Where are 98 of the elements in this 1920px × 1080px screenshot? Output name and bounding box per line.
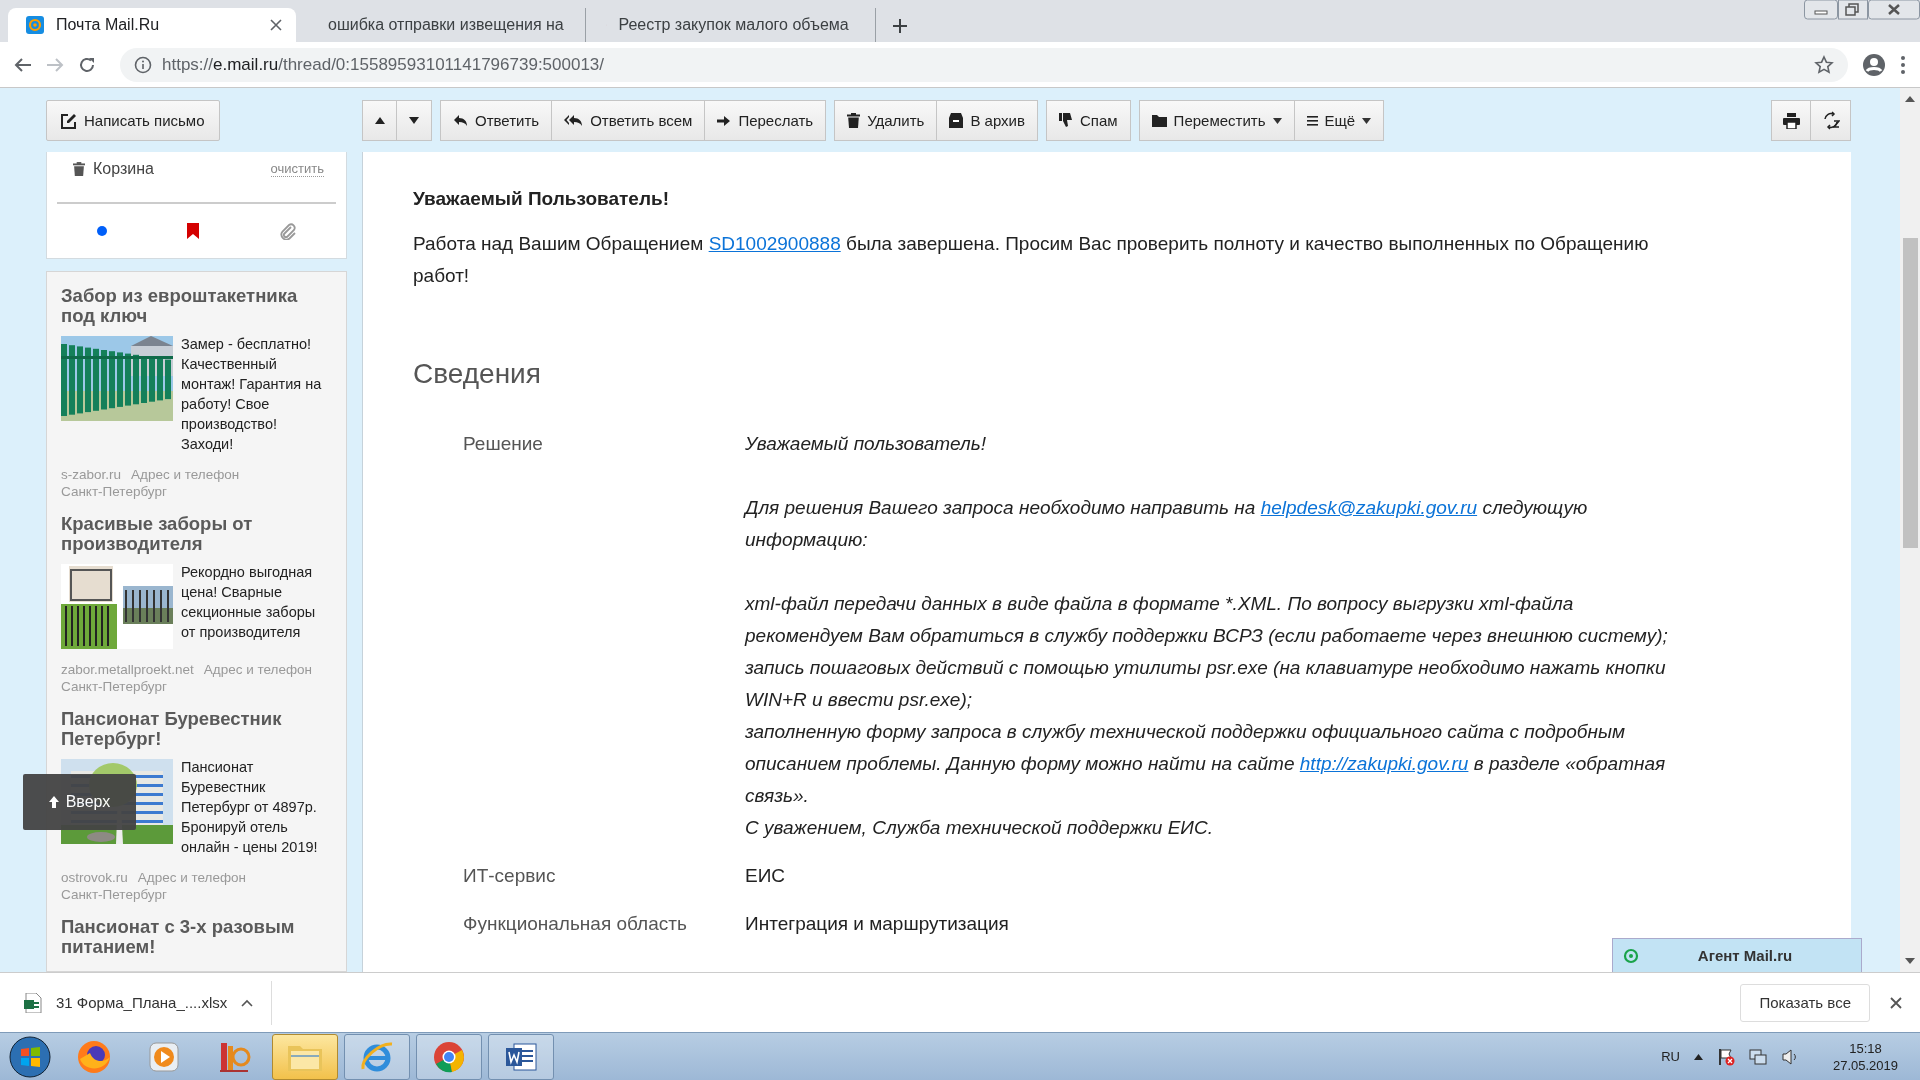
back-icon[interactable] [14, 55, 32, 74]
thumbs-down-icon [1058, 113, 1073, 128]
scroll-down-icon[interactable] [1905, 958, 1915, 964]
trash-icon [847, 113, 861, 128]
reply-icon [453, 114, 468, 127]
unread-filter-icon[interactable] [97, 226, 108, 236]
scrollbar[interactable] [1900, 88, 1920, 972]
clear-link[interactable]: очистить [270, 161, 324, 177]
menu-icon [1306, 115, 1318, 126]
ad-city: Санкт-Петербург [61, 483, 167, 500]
previous-button[interactable] [362, 100, 397, 141]
field-value: ЕИС [745, 864, 786, 888]
field-label: Решение [463, 432, 544, 456]
url-text: https://e.mail.ru/thread/0:15589593101141796739:500013/ [162, 54, 605, 75]
caret-icon [1362, 117, 1372, 124]
spam-button[interactable]: Спам [1045, 100, 1131, 141]
trash-icon[interactable] [73, 162, 85, 176]
language-indicator[interactable]: RU [1661, 1049, 1680, 1064]
archive-button[interactable]: В архив [937, 100, 1038, 141]
translit-icon [1821, 111, 1840, 130]
back-to-top-button[interactable]: Вверх [23, 774, 136, 830]
new-tab-icon[interactable] [892, 18, 908, 34]
field-label: ИТ-сервис [463, 864, 557, 888]
mail-icon [26, 16, 44, 34]
chrome-icon[interactable] [432, 1039, 466, 1074]
folder-icon [1151, 114, 1167, 127]
paragraph: xml-файл передачи данных в виде файла в формате *.XML. По вопросу выгрузки xml-файла рекомендуем Вам обратиться в службу поддержки ВСРЗ (если работаете через внешнюю систему); [745, 592, 1669, 648]
paragraph: С уважением, Служба технической поддержки ЕИС. [745, 816, 1214, 840]
download-item[interactable]: 31 Форма_Плана_....xlsx [0, 980, 273, 1025]
link[interactable]: helpdesk@zakupki.gov.ru [1260, 497, 1478, 518]
agent-icon [1623, 947, 1639, 964]
edit-icon [61, 112, 77, 129]
paragraph: Работа над Вашим Обращением SD1002900888 была завершена. Просим Вас проверить полноту и качество выполненных по Обращению работ! [413, 232, 1650, 288]
forward-arrow-icon [717, 114, 732, 127]
scroll-up-icon[interactable] [1905, 96, 1915, 102]
network-icon[interactable] [1748, 1047, 1767, 1066]
paragraph: Уважаемый пользователь! [745, 432, 987, 456]
paragraph: запись пошаговых действий с помощью утилиты psr.exe (на клавиатуре необходимо нажать кнопки WIN+R и ввести psr.exe); [745, 656, 1667, 712]
ad-title[interactable]: Пансионат Буревестник Петербург! [61, 709, 332, 749]
print-button[interactable] [1771, 100, 1811, 141]
agent-title: Агент Mail.ru [1696, 947, 1794, 964]
paragraph: заполненную форму запроса в службу технической поддержки официального сайта с подробным описанием проблемы. Данную форму можно найти на сайте http://zakupki.gov.ru в разделе «обратная связь». [745, 720, 1667, 808]
close-icon[interactable] [1868, 0, 1920, 20]
ad-text: Замер - бесплатно! Качественный монтаж! Гарантия на работу! Свое производство! Заходи! [181, 335, 323, 454]
close-icon[interactable] [270, 19, 282, 31]
clock-date[interactable]: 27.05.2019 [1832, 1056, 1898, 1074]
move-button[interactable]: Переместить [1138, 100, 1295, 141]
field-value: Интеграция и маршрутизация [745, 912, 1009, 936]
ad-title[interactable]: Забор из евроштакетника под ключ [61, 286, 332, 326]
ad-text: Пансионат Буревестник Петербург от 4897р. Бронируй отель онлайн - цены 2019! [181, 758, 319, 857]
paragraph: Для решения Вашего запроса необходимо направить на helpdesk@zakupki.gov.ru следующую информацию: [745, 496, 1589, 552]
reply-all-button[interactable]: Ответить всем [552, 100, 706, 141]
delete-button[interactable]: Удалить [834, 100, 938, 141]
archive-icon [949, 113, 964, 128]
browser-app-icon[interactable] [76, 1038, 112, 1075]
volume-icon[interactable] [1780, 1047, 1799, 1066]
account-icon[interactable] [1862, 52, 1886, 77]
agent-bar[interactable]: Агент Mail.ru [1612, 938, 1862, 972]
ad-title[interactable]: Красивые заборы от производителя [61, 514, 332, 554]
translit-button[interactable] [1811, 100, 1851, 141]
browser-tab[interactable]: Почта Mail.Ru [8, 8, 296, 42]
reply-all-icon [564, 114, 584, 127]
clock-time[interactable]: 15:18 [1849, 1039, 1882, 1057]
flag-filter-icon[interactable] [187, 223, 200, 239]
compose-button[interactable]: Написать письмо [46, 100, 220, 141]
forward-button[interactable]: Переслать [705, 100, 827, 141]
attachment-filter-icon[interactable] [279, 222, 296, 240]
ad-city: Санкт-Петербург [61, 886, 167, 903]
next-button[interactable] [397, 100, 432, 141]
caret-icon [1272, 117, 1282, 124]
up-arrow-icon [48, 796, 59, 808]
info-icon [134, 55, 152, 74]
link[interactable]: SD1002900888 [708, 233, 841, 254]
restore-icon[interactable] [1838, 0, 1868, 20]
down-arrow-icon [408, 116, 420, 125]
caret-icon[interactable] [1693, 1053, 1703, 1060]
flag-icon[interactable] [1716, 1047, 1735, 1066]
field-label: Функциональная область [463, 912, 688, 936]
ad-title[interactable]: Пансионат с 3-х разовым питанием! [61, 917, 332, 957]
up-arrow-icon [373, 116, 386, 125]
spreadsheet-icon [24, 992, 42, 1013]
caret-icon[interactable] [241, 998, 254, 1007]
close-icon[interactable] [1890, 996, 1902, 1009]
section-heading: Сведения [413, 358, 542, 390]
folder-name[interactable]: Корзина [93, 160, 154, 178]
printer-icon [1782, 112, 1800, 129]
ad-city: Санкт-Петербург [61, 678, 167, 695]
greeting: Уважаемый Пользователь! [413, 188, 670, 210]
more-button[interactable]: Ещё [1294, 100, 1385, 141]
reload-icon[interactable] [78, 55, 96, 74]
star-icon[interactable] [1814, 54, 1834, 75]
ad-text: Рекордно выгодная цена! Сварные секционные заборы от производителя [181, 563, 317, 642]
address-bar[interactable]: https://e.mail.ru/thread/0:15589593101141796739:500013/ [120, 47, 1848, 82]
show-all-button[interactable]: Показать все [1740, 983, 1870, 1022]
menu-icon[interactable] [1900, 54, 1906, 75]
link[interactable]: http://zakupki.gov.ru [1299, 753, 1469, 774]
file-name: 31 Форма_Плана_....xlsx [56, 994, 228, 1011]
reply-button[interactable]: Ответить [440, 100, 553, 141]
